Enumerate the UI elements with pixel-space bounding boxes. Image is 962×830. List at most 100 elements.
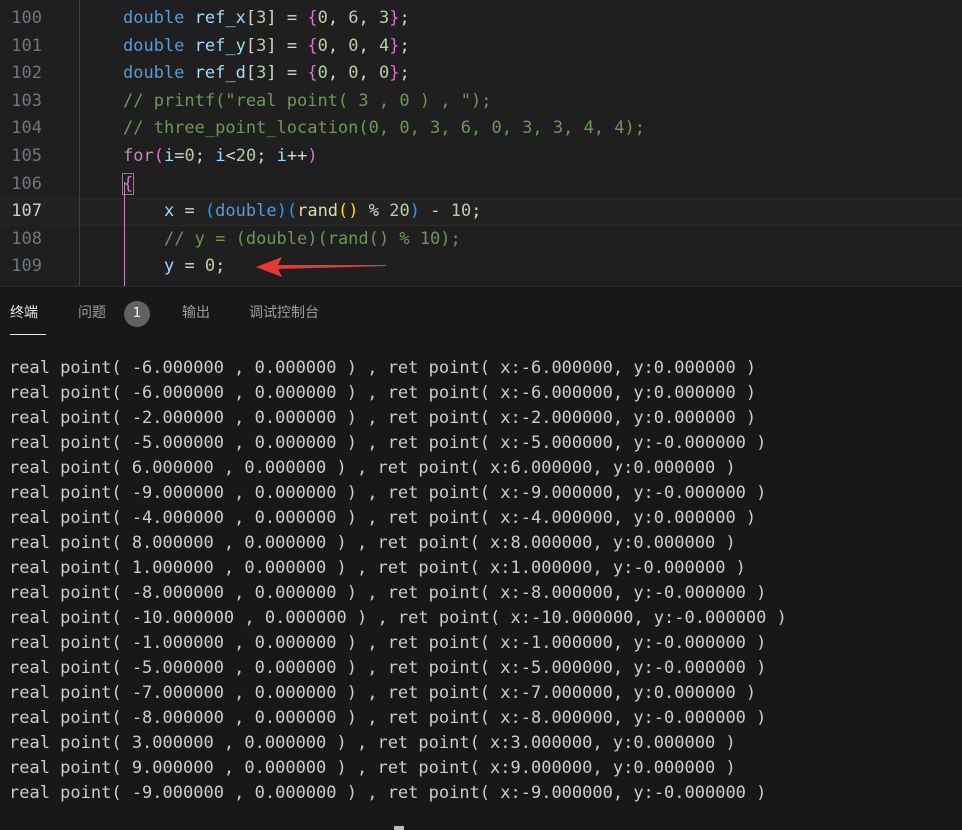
code-token: ): [276, 201, 287, 222]
code-token: }: [389, 8, 400, 28]
code-text: // printf("real point( 3 , 0 ) , ");: [123, 88, 491, 116]
terminal-line: real point( -8.000000 , 0.000000 ) , ret…: [9, 583, 767, 603]
code-token: ;: [215, 256, 226, 277]
tab-debug-console[interactable]: 调试控制台: [249, 302, 319, 324]
code-line[interactable]: 100 double ref_x[3] = {0, 6, 3};: [0, 5, 962, 33]
terminal-line: real point( -8.000000 , 0.000000 ) , ret…: [9, 708, 767, 728]
code-token: double: [123, 63, 185, 84]
line-number: 104: [11, 118, 42, 139]
code-token: rand: [297, 201, 339, 222]
code-token: ] =: [266, 35, 308, 56]
code-token: // three_point_location(0, 0, 3, 6, 0, 3…: [123, 118, 645, 139]
code-token: =: [174, 256, 205, 277]
code-token: x: [163, 201, 175, 222]
terminal-line: real point( -2.000000 , 0.000000 ) , ret…: [9, 408, 757, 428]
code-line[interactable]: 105 for(i=0; i<20; i++): [0, 143, 962, 171]
code-line[interactable]: 107 x = (double)(rand() % 20) - 10;: [0, 198, 962, 226]
code-text: // y = (double)(rand() % 10);: [123, 226, 461, 254]
code-token: ,: [358, 63, 380, 84]
code-token: %: [358, 201, 390, 222]
red-arrow-icon: [256, 257, 386, 277]
code-line[interactable]: 101 double ref_y[3] = {0, 0, 4};: [0, 33, 962, 61]
terminal-line: real point( -5.000000 , 0.000000 ) , ret…: [9, 658, 767, 678]
code-token: 3: [256, 8, 267, 28]
line-number: 105: [11, 146, 42, 166]
code-token: [: [245, 8, 257, 28]
code-token: ref_d: [194, 63, 246, 84]
code-line[interactable]: 103 // printf("real point( 3 , 0 ) , ");: [0, 88, 962, 116]
code-token: double: [123, 35, 185, 56]
panel-tabs: 终端 问题 1 输出 调试控制台: [0, 287, 962, 339]
code-text: x = (double)(rand() % 20) - 10;: [123, 198, 481, 226]
code-line[interactable]: 104 // three_point_location(0, 0, 3, 6, 0…: [0, 115, 962, 143]
terminal-line: real point( -4.000000 , 0.000000 ) , ret…: [9, 508, 757, 528]
active-tab-indicator: [10, 334, 46, 335]
terminal-line: real point( 9.000000 , 0.000000 ) , ret …: [9, 758, 736, 778]
terminal-line: real point( -6.000000 , 0.000000 ) , ret…: [9, 383, 757, 403]
code-token: i: [276, 146, 287, 166]
code-token: (: [204, 201, 216, 222]
code-token: ] =: [266, 63, 308, 84]
code-token: 0: [184, 146, 195, 166]
code-token: 3: [256, 63, 267, 84]
code-token: 3: [256, 35, 267, 56]
code-token: 0: [204, 256, 216, 277]
code-token: {: [307, 35, 318, 56]
tab-terminal[interactable]: 终端: [10, 302, 38, 324]
tab-output[interactable]: 输出: [182, 302, 210, 324]
code-token: }: [389, 63, 400, 84]
code-token: double: [123, 8, 185, 28]
code-token: ,: [327, 63, 349, 84]
code-token: ;: [256, 146, 277, 166]
code-token: ;: [399, 63, 410, 84]
code-line[interactable]: 108 // y = (double)(rand() % 10);: [0, 226, 962, 254]
code-token: 20: [235, 146, 257, 166]
code-line[interactable]: 102 double ref_d[3] = {0, 0, 0};: [0, 60, 962, 88]
terminal-line: real point( -1.000000 , 0.000000 ) , ret…: [9, 633, 767, 653]
code-token: for: [123, 146, 154, 166]
code-token: ] =: [266, 8, 308, 28]
line-number: 102: [11, 63, 42, 84]
terminal-line: real point( 6.000000 , 0.000000 ) , ret …: [9, 458, 736, 478]
code-token: ,: [327, 8, 349, 28]
code-editor[interactable]: 100 double ref_x[3] = {0, 6, 3}; 101 double…: [0, 0, 962, 286]
terminal-line: real point( -9.000000 , 0.000000 ) , ret…: [9, 783, 767, 803]
code-token: 3: [379, 8, 390, 28]
code-token: ,: [358, 35, 380, 56]
code-token: {: [307, 8, 318, 28]
terminal-line: real point( -10.000000 , 0.000000 ) , re…: [9, 608, 787, 628]
line-number: 101: [11, 35, 42, 56]
code-token: ;: [194, 146, 216, 166]
code-token: ,: [358, 8, 380, 28]
code-token: -: [419, 201, 451, 222]
code-token: 4: [379, 35, 390, 56]
code-token: i: [215, 146, 226, 166]
code-token: ;: [399, 35, 410, 56]
code-line[interactable]: 109 y = 0;: [0, 253, 962, 281]
code-token: y: [163, 256, 175, 277]
code-token: // y = (double)(rand() % 10);: [163, 228, 461, 249]
terminal-line: real point( -7.000000 , 0.000000 ) , ret…: [9, 683, 757, 703]
line-number: 106: [11, 173, 42, 194]
code-token: 0: [379, 63, 390, 84]
terminal-line: real point( -9.000000 , 0.000000 ) , ret…: [9, 483, 767, 503]
code-line[interactable]: 106{: [0, 171, 962, 199]
code-token: ref_x: [194, 8, 246, 28]
tab-problems[interactable]: 问题: [78, 302, 106, 324]
code-token: ,: [327, 35, 349, 56]
code-text: y = 0;: [123, 253, 225, 281]
bottom-panel: 终端 问题 1 输出 调试控制台 real point( -6.000000 ,…: [0, 286, 962, 830]
code-text: double ref_d[3] = {0, 0, 0};: [123, 60, 410, 88]
code-token: 6: [348, 8, 359, 28]
terminal-output[interactable]: real point( -6.000000 , 0.000000 ) , ret…: [9, 356, 959, 806]
terminal-line: real point( 8.000000 , 0.000000 ) , ret …: [9, 533, 736, 553]
code-token: }: [389, 35, 400, 56]
code-text: // three_point_location(0, 0, 3, 6, 0, 3…: [123, 115, 645, 143]
code-token: ): [409, 201, 420, 222]
terminal-cursor: [394, 826, 404, 830]
